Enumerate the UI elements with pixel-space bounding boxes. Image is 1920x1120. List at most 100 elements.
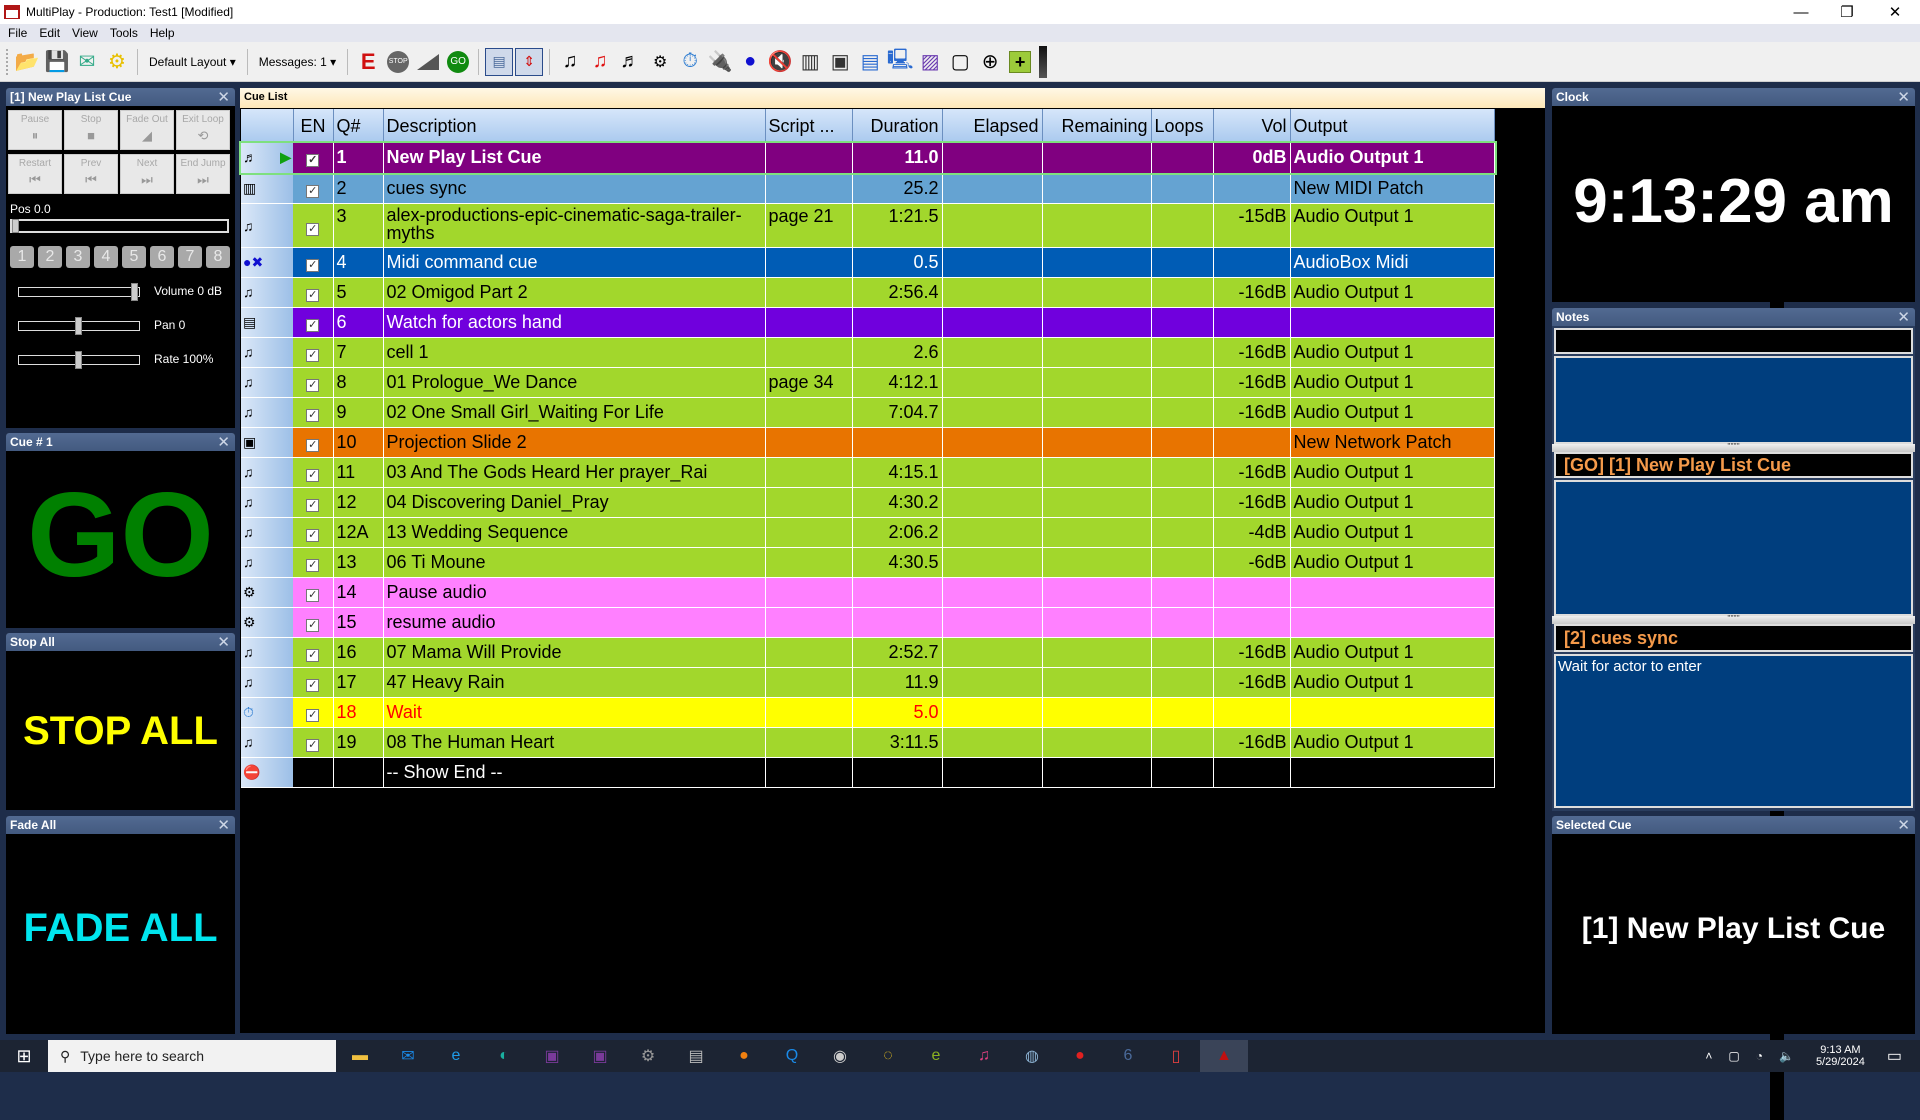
teams-record-icon[interactable]: ▣	[528, 1040, 576, 1072]
enabled-checkbox[interactable]: ✓	[306, 222, 320, 236]
cue-row[interactable]: ♫ ✓ 3 alex-productions-epic-cinematic-saga-…	[241, 203, 1495, 248]
cue-type-cell[interactable]: ♫	[241, 667, 293, 698]
menu-tools[interactable]: Tools	[110, 26, 138, 40]
cue-row[interactable]: ♫ ✓ 19 08 The Human Heart 3:11.5 -16dB Audio O…	[241, 727, 1495, 758]
midi-stop-icon[interactable]: 🔇	[766, 48, 794, 76]
cue-row[interactable]: ⏱ ✓ 18 Wait 5.0	[241, 697, 1495, 728]
rate-slider-handle[interactable]	[75, 351, 82, 369]
number-button-2[interactable]: 2	[38, 246, 62, 268]
close-icon[interactable]: ✕	[217, 88, 235, 106]
col-header-script[interactable]: Script ...	[765, 109, 853, 143]
toolbar-end-handle[interactable]	[1039, 45, 1048, 78]
wait-cue-icon[interactable]: ⏱	[676, 48, 704, 76]
number-button-7[interactable]: 7	[178, 246, 202, 268]
fade-icon[interactable]	[414, 48, 442, 76]
restart-button[interactable]: Restart ⏮	[8, 154, 62, 194]
col-header-vol[interactable]: Vol	[1213, 109, 1291, 143]
close-icon[interactable]: ✕	[1897, 88, 1915, 106]
col-header-elapsed[interactable]: Elapsed	[942, 109, 1043, 143]
enabled-checkbox[interactable]: ✓	[306, 378, 320, 392]
cue-type-cell[interactable]: ▣	[241, 427, 293, 458]
cue-type-cell[interactable]: ▤	[241, 307, 293, 338]
cue-row[interactable]: ▤ ✓ 6 Watch for actors hand	[241, 307, 1495, 338]
enabled-checkbox[interactable]: ✓	[306, 154, 320, 168]
close-icon[interactable]: ✕	[1897, 816, 1915, 834]
network-app-icon[interactable]: ▤	[672, 1040, 720, 1072]
number-button-1[interactable]: 1	[10, 246, 34, 268]
col-header-en[interactable]: EN	[293, 109, 334, 143]
enabled-checkbox[interactable]: ✓	[306, 408, 320, 422]
cue-type-cell[interactable]: ●✖	[241, 247, 293, 278]
volume-slider-handle[interactable]	[131, 283, 138, 301]
cue-type-cell[interactable]: ♫	[241, 367, 293, 398]
position-slider[interactable]	[10, 219, 229, 233]
audio-cue-red-icon[interactable]: ♫	[586, 48, 614, 76]
col-header-type[interactable]	[241, 109, 294, 143]
taskbar-search[interactable]: ⚲ Type here to search	[48, 1040, 336, 1072]
cue-type-cell[interactable]: ♫	[241, 337, 293, 368]
tray-clock[interactable]: 9:13 AM 5/29/2024	[1816, 1044, 1865, 1068]
cue-row[interactable]: ♫ ✓ 13 06 Ti Moune 4:30.5 -6dB Audio Output 1	[241, 547, 1495, 578]
midi-cue-icon[interactable]: ●	[736, 48, 764, 76]
cue-row[interactable]: ♫ ✓ 5 02 Omigod Part 2 2:56.4 -16dB Audio Outp…	[241, 277, 1495, 308]
cue-row[interactable]: ♬ ▶ ✓ 1 New Play List Cue 11.0 0dB Audio Outpu…	[239, 141, 1497, 175]
cue-type-cell[interactable]: ♫	[241, 203, 293, 248]
pan-slider-handle[interactable]	[75, 317, 82, 335]
stop-button[interactable]: Stop ■	[64, 110, 118, 150]
enabled-checkbox[interactable]: ✓	[306, 738, 320, 752]
cue-type-cell[interactable]: ♫	[241, 457, 293, 488]
number-button-6[interactable]: 6	[150, 246, 174, 268]
enabled-checkbox[interactable]: ✓	[306, 288, 320, 302]
enabled-checkbox[interactable]: ✓	[306, 318, 320, 332]
close-button[interactable]: ✕	[1872, 0, 1918, 24]
notes-splitter[interactable]: ''''''''	[1552, 615, 1915, 624]
mask-app-icon[interactable]: ◉	[816, 1040, 864, 1072]
camera-icon[interactable]: ▢	[1728, 1049, 1739, 1063]
position-slider-handle[interactable]	[12, 219, 19, 233]
notes-current-area[interactable]	[1554, 356, 1913, 444]
toolbar-grip[interactable]	[6, 48, 8, 75]
col-header-description[interactable]: Description	[383, 109, 766, 143]
close-icon[interactable]: ✕	[217, 433, 235, 451]
number-button-4[interactable]: 4	[94, 246, 118, 268]
number-button-8[interactable]: 8	[206, 246, 230, 268]
list-view-icon[interactable]: ▤	[485, 47, 514, 76]
collapse-icon[interactable]: ⇕	[515, 47, 544, 76]
cue-row[interactable]: ⛔ -- Show End --	[241, 757, 1495, 788]
notes-go-text[interactable]	[1554, 480, 1913, 616]
minimize-button[interactable]: —	[1778, 0, 1824, 24]
cue-type-cell[interactable]: ▥	[241, 173, 293, 204]
cue-row[interactable]: ♫ ✓ 12 04 Discovering Daniel_Pray 4:30.2 -16d…	[241, 487, 1495, 518]
cue-type-cell[interactable]: ⛔	[241, 757, 293, 788]
cue-row[interactable]: ▥ ✓ 2 cues sync 25.2 New MIDI Patch	[241, 173, 1495, 204]
notes-splitter[interactable]: ''''''''	[1552, 443, 1915, 452]
settings-gear-icon[interactable]: ⚙	[103, 48, 131, 76]
number-button-5[interactable]: 5	[122, 246, 146, 268]
volume-slider[interactable]	[18, 283, 140, 301]
next-button[interactable]: Next ⏭	[120, 154, 174, 194]
cue-row[interactable]: ♫ ✓ 9 02 One Small Girl_Waiting For Life 7:0…	[241, 397, 1495, 428]
cue-type-cell[interactable]: ♫	[241, 277, 293, 308]
close-icon[interactable]: ✕	[1897, 308, 1915, 326]
col-header-q[interactable]: Q#	[333, 109, 384, 143]
enabled-checkbox[interactable]: ✓	[306, 678, 320, 692]
wifi-icon[interactable]: ◔	[1756, 1049, 1763, 1063]
col-header-loops[interactable]: Loops	[1151, 109, 1214, 143]
col-header-remaining[interactable]: Remaining	[1042, 109, 1152, 143]
rate-slider[interactable]	[18, 351, 140, 369]
usb-cue-icon[interactable]: 🔌	[706, 48, 734, 76]
app-6-icon[interactable]: 6	[1104, 1040, 1152, 1072]
control-cue-icon[interactable]: ⚙	[646, 48, 674, 76]
fade-all-button[interactable]: FADE ALL	[6, 906, 235, 951]
restore-button[interactable]: ❐	[1824, 0, 1870, 24]
orange-app-icon[interactable]: ●	[720, 1040, 768, 1072]
enabled-checkbox[interactable]: ✓	[306, 648, 320, 662]
enabled-checkbox[interactable]: ✓	[306, 618, 320, 632]
cue-row[interactable]: ♫ ✓ 17 47 Heavy Rain 11.9 -16dB Audio Output 1	[241, 667, 1495, 698]
messages-dropdown[interactable]: Messages: 1 ▾	[253, 55, 342, 69]
number-button-3[interactable]: 3	[66, 246, 90, 268]
go-icon[interactable]: GO	[444, 48, 472, 76]
save-icon[interactable]: 💾	[43, 48, 71, 76]
tray-overflow-icon[interactable]: ˄	[1705, 1049, 1712, 1063]
windows-start-icon[interactable]: ⊞	[0, 1046, 48, 1067]
